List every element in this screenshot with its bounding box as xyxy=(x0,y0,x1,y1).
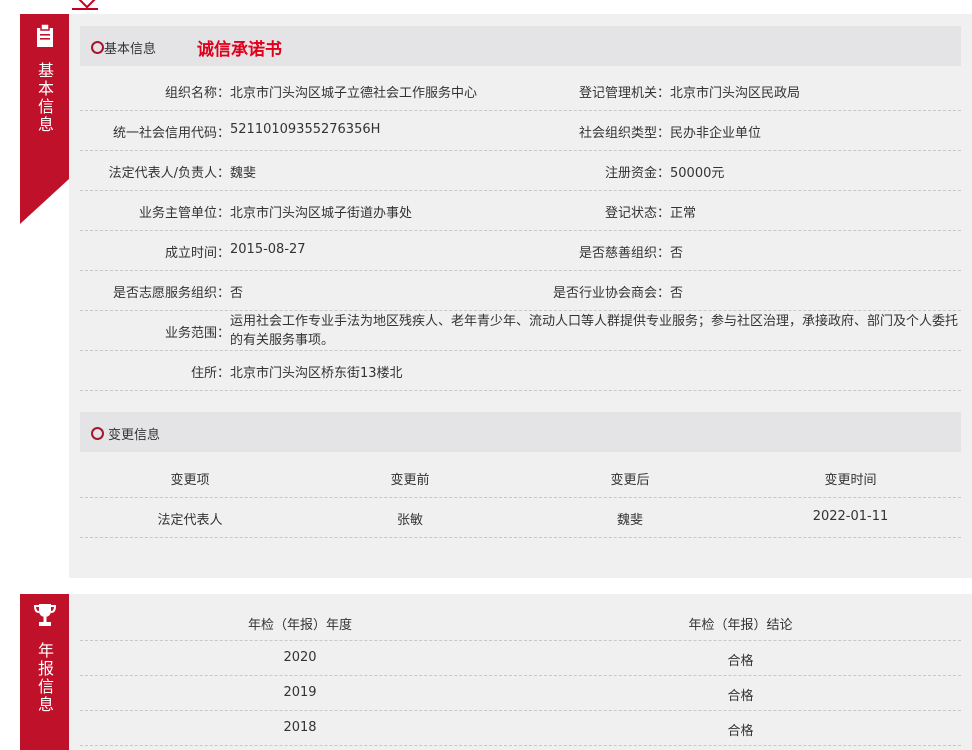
field-label: 组织名称： xyxy=(164,86,230,101)
table-cell: 2022-01-11 xyxy=(812,509,889,524)
field-label: 登记管理机关： xyxy=(578,86,670,101)
section-tab-annual-title: 年报信息 xyxy=(35,642,54,714)
field-label: 统一社会信用代码： xyxy=(112,126,230,141)
section-tab-annual[interactable]: 年报信息 xyxy=(20,594,69,750)
field-value: 否 xyxy=(670,286,684,301)
field-label: 是否行业协会商会： xyxy=(552,286,670,301)
section-tab-basic[interactable]: 基本信息 xyxy=(20,14,69,224)
address-label: 住所： xyxy=(190,366,230,381)
column-header: 变更后 xyxy=(610,473,650,488)
field-label: 成立时间： xyxy=(164,246,230,261)
field-value: 否 xyxy=(670,246,684,261)
active-tab-indicator xyxy=(72,0,98,10)
field-label: 登记状态： xyxy=(604,206,670,221)
table-cell: 2018 xyxy=(283,720,317,735)
field-value: 正常 xyxy=(670,206,697,221)
table-cell: 2020 xyxy=(283,650,317,665)
field-label: 社会组织类型： xyxy=(578,126,670,141)
business-scope-value: 运用社会工作专业手法为地区残疾人、老年青少年、流动人口等人群提供专业服务；参与社… xyxy=(230,314,959,348)
clipboard-icon xyxy=(20,22,69,54)
change-info-title: 变更信息 xyxy=(108,428,161,443)
address-value: 北京市门头沟区桥东街13楼北 xyxy=(230,366,403,381)
basic-info-title: 基本信息 xyxy=(104,42,157,57)
business-scope-row: 业务范围： 运用社会工作专业手法为地区残疾人、老年青少年、流动人口等人群提供专业… xyxy=(80,310,961,351)
table-row: 2018 合格 xyxy=(80,711,961,746)
change-info-header: 变更信息 xyxy=(80,412,961,452)
table-cell: 合格 xyxy=(727,724,754,739)
info-row: 组织名称： 北京市门头沟区城子立德社会工作服务中心 登记管理机关： 北京市门头沟… xyxy=(80,70,961,111)
change-table-header: 变更项 变更前 变更后 变更时间 xyxy=(80,458,961,498)
table-cell: 张敏 xyxy=(396,513,423,528)
field-label: 业务主管单位： xyxy=(138,206,230,221)
table-row: 法定代表人 张敏 魏斐 2022-01-11 xyxy=(80,498,961,538)
table-cell: 合格 xyxy=(727,654,754,669)
field-label: 法定代表人/负责人： xyxy=(108,166,230,181)
field-label: 是否慈善组织： xyxy=(578,246,670,261)
table-cell: 2019 xyxy=(283,685,317,700)
field-value: 50000元 xyxy=(670,166,725,181)
address-row: 住所： 北京市门头沟区桥东街13楼北 xyxy=(80,350,961,391)
table-row: 2020 合格 xyxy=(80,641,961,676)
table-row: 2019 合格 xyxy=(80,676,961,711)
circle-bullet-icon xyxy=(91,427,104,440)
info-row: 成立时间： 2015-08-27 是否慈善组织： 否 xyxy=(80,230,961,271)
info-row: 统一社会信用代码： 52110109355276356H 社会组织类型： 民办非… xyxy=(80,110,961,151)
field-value: 民办非企业单位 xyxy=(670,126,762,141)
section-tab-basic-title: 基本信息 xyxy=(35,62,54,134)
column-header: 年检（年报）结论 xyxy=(688,618,793,633)
trophy-icon xyxy=(20,602,69,634)
column-header: 变更项 xyxy=(170,473,210,488)
table-cell: 合格 xyxy=(727,689,754,704)
annual-table-header: 年检（年报）年度 年检（年报）结论 xyxy=(80,604,961,641)
info-row: 是否志愿服务组织： 否 是否行业协会商会： 否 xyxy=(80,270,961,311)
column-header: 变更前 xyxy=(390,473,430,488)
circle-bullet-icon xyxy=(91,41,104,54)
top-strip xyxy=(0,0,972,14)
table-cell: 魏斐 xyxy=(616,513,643,528)
integrity-promise-link[interactable]: 诚信承诺书 xyxy=(197,35,282,60)
field-value: 北京市门头沟区民政局 xyxy=(670,86,801,101)
info-row: 业务主管单位： 北京市门头沟区城子街道办事处 登记状态： 正常 xyxy=(80,190,961,231)
column-header: 年检（年报）年度 xyxy=(247,618,352,633)
business-scope-label: 业务范围： xyxy=(164,326,230,341)
info-row: 法定代表人/负责人： 魏斐 注册资金： 50000元 xyxy=(80,150,961,191)
column-header: 变更时间 xyxy=(824,473,877,488)
field-label: 注册资金： xyxy=(604,166,670,181)
table-cell: 法定代表人 xyxy=(157,513,223,528)
basic-info-header: 基本信息 诚信承诺书 xyxy=(80,26,961,66)
field-label: 是否志愿服务组织： xyxy=(112,286,230,301)
